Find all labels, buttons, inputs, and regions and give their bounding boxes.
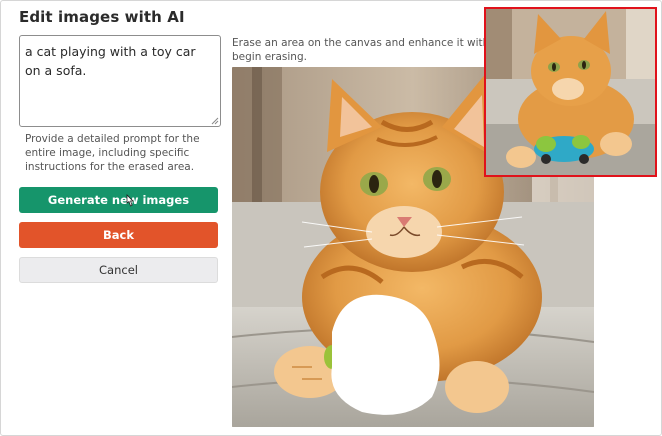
page-title: Edit images with AI (19, 8, 185, 26)
back-button[interactable]: Back (19, 222, 218, 248)
generate-new-images-button[interactable]: Generate new images (19, 187, 218, 213)
mouse-pointer-icon (126, 194, 134, 207)
cancel-button[interactable]: Cancel (19, 257, 218, 283)
cancel-button-label: Cancel (99, 263, 138, 277)
back-button-label: Back (103, 228, 134, 242)
instructions-line-2: begin erasing. (232, 51, 307, 63)
generate-button-label: Generate new images (47, 193, 190, 207)
prompt-input[interactable]: a cat playing with a toy car on a sofa. (19, 35, 221, 127)
prompt-help-text: Provide a detailed prompt for the entire… (25, 133, 200, 173)
instructions-line-1: Erase an area on the canvas and enhance … (232, 37, 544, 49)
editor-panel: Edit images with AI a cat playing with a… (0, 0, 662, 436)
preview-thumbnail[interactable] (484, 7, 657, 177)
canvas-instructions: Erase an area on the canvas and enhance … (232, 36, 544, 64)
cat-preview-image (486, 9, 655, 175)
textarea-resize-icon[interactable] (211, 117, 219, 125)
